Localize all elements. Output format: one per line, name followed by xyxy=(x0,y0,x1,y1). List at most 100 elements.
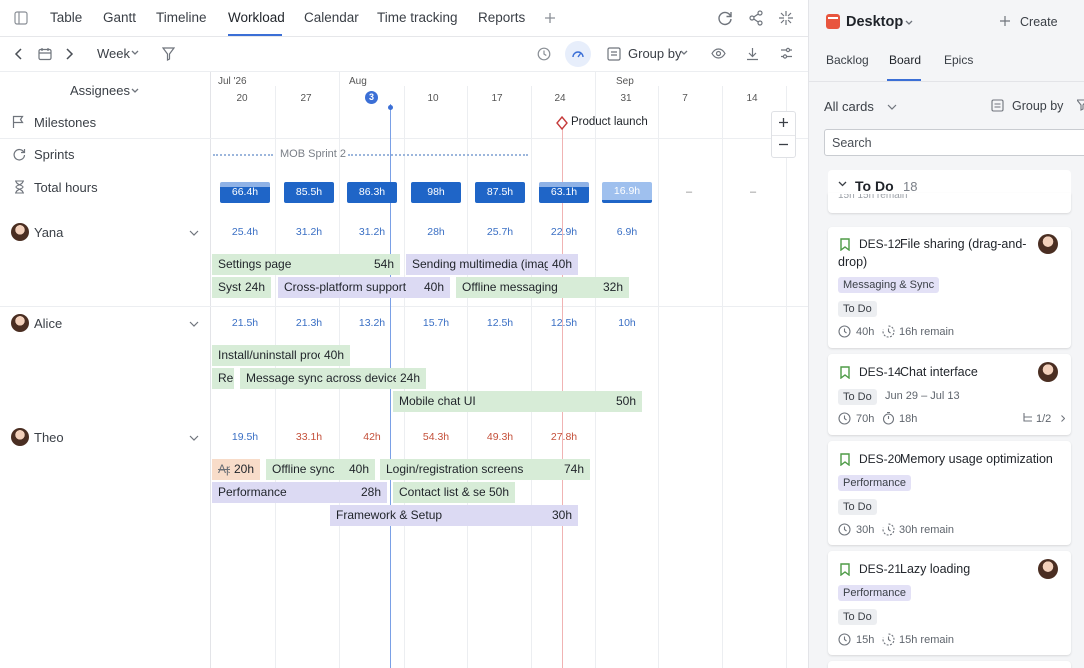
task-bar[interactable]: Login/registration screens 74h xyxy=(380,459,590,480)
week-hours: 10h xyxy=(618,317,636,329)
group-by-button[interactable]: Group by xyxy=(628,46,681,61)
tab-epics[interactable]: Epics xyxy=(944,53,973,67)
assignees-dropdown[interactable]: Assignees xyxy=(70,83,130,98)
task-bar[interactable]: Settings page 54h xyxy=(212,254,400,275)
task-bar[interactable]: Mobile chat UI 50h xyxy=(393,391,642,412)
eye-icon[interactable] xyxy=(711,48,726,59)
card-filter-select[interactable]: All cards xyxy=(824,99,874,114)
capacity-toggle-button[interactable] xyxy=(565,41,591,67)
epic-tag: Performance xyxy=(838,475,911,491)
task-bar[interactable]: Ap 20h xyxy=(212,459,260,480)
download-icon[interactable] xyxy=(746,47,759,61)
tab-reports[interactable]: Reports xyxy=(478,10,525,25)
settings-sliders-icon[interactable] xyxy=(780,47,793,60)
card-remaining: 18h xyxy=(899,413,918,425)
tab-table[interactable]: Table xyxy=(50,10,82,25)
filter-icon[interactable] xyxy=(1077,99,1084,111)
grid-column-line xyxy=(595,72,596,668)
chevron-down-icon xyxy=(887,104,897,110)
filter-icon[interactable] xyxy=(162,47,175,61)
week-hours: 12.5h xyxy=(486,317,514,329)
task-bar[interactable]: Contact list & sea 50h xyxy=(393,482,515,503)
task-bar[interactable]: Message sync across device 24h xyxy=(240,368,426,389)
task-bar[interactable]: Sending multimedia (imag 40h xyxy=(406,254,578,275)
collapse-chevron-icon[interactable] xyxy=(189,435,199,441)
group-by-button[interactable]: Group by xyxy=(1012,99,1063,113)
tab-backlog[interactable]: Backlog xyxy=(826,53,869,67)
create-button[interactable]: Create xyxy=(1020,15,1058,29)
story-bookmark-icon xyxy=(840,366,850,379)
task-bar[interactable]: Offline sync 40h xyxy=(266,459,375,480)
clock-icon xyxy=(838,633,851,646)
board-card[interactable]: DES-12 File sharing (drag-and- drop) Mes… xyxy=(828,227,1071,348)
collapse-chevron-icon[interactable] xyxy=(189,230,199,236)
sidebar-toggle-icon[interactable] xyxy=(14,11,28,25)
total-hours-cell: 63.1h xyxy=(539,182,589,203)
today-badge: 3 xyxy=(365,91,378,104)
previous-period-icon[interactable] xyxy=(14,48,24,60)
week-hours: 25.4h xyxy=(231,226,259,238)
board-card[interactable]: DES-14 Chat interface To Do Jun 29 – Jul… xyxy=(828,354,1071,435)
card-remaining: 15h remain xyxy=(899,634,955,646)
scale-select[interactable]: Week xyxy=(97,46,130,61)
board-card[interactable]: DES-20 Memory usage optimization Perform… xyxy=(828,441,1071,545)
sprint-cycle-icon xyxy=(12,147,26,161)
day-label: 31 xyxy=(620,93,632,104)
assignee-avatar xyxy=(1038,559,1058,579)
board-card[interactable]: 15h 15h remain xyxy=(828,193,1071,213)
task-bar[interactable]: Offline messaging 32h xyxy=(456,277,629,298)
tab-board[interactable]: Board xyxy=(889,53,921,67)
task-bar[interactable]: Performance 28h xyxy=(212,482,387,503)
collapse-chevron-icon[interactable] xyxy=(189,321,199,327)
story-bookmark-icon xyxy=(840,238,850,251)
task-bar[interactable]: Cross-platform support 40h xyxy=(278,277,450,298)
task-bar[interactable]: Syste 24h xyxy=(212,277,271,298)
refresh-icon[interactable] xyxy=(716,9,734,27)
search-input[interactable]: Search xyxy=(824,129,1084,156)
zoom-in-icon[interactable] xyxy=(778,117,789,128)
project-title[interactable]: Desktop xyxy=(846,14,903,30)
calendar-icon[interactable] xyxy=(38,47,52,61)
week-hours: 19.5h xyxy=(231,431,259,443)
card-title: Chat interface xyxy=(900,365,978,379)
milestones-label: Milestones xyxy=(34,115,97,130)
tab-timeline[interactable]: Timeline xyxy=(156,10,207,25)
tab-workload[interactable]: Workload xyxy=(228,10,285,25)
day-label: 14 xyxy=(746,93,758,104)
tab-calendar[interactable]: Calendar xyxy=(304,10,359,25)
chevron-down-icon xyxy=(680,50,688,56)
collapse-chevron-icon[interactable] xyxy=(838,181,847,187)
board-card[interactable]: DES-21 Lazy loading Performance To Do 15… xyxy=(828,551,1071,655)
clock-icon[interactable] xyxy=(537,47,551,61)
zoom-out-icon[interactable] xyxy=(778,143,789,146)
grid-column-line xyxy=(786,86,787,668)
subtask-count: 1/2 xyxy=(1036,413,1052,425)
week-hours: 31.2h xyxy=(295,226,323,238)
chevron-down-icon[interactable] xyxy=(905,20,913,26)
next-period-icon[interactable] xyxy=(64,48,74,60)
chevron-right-icon[interactable] xyxy=(1061,415,1065,422)
sparkle-ai-icon[interactable] xyxy=(778,10,794,26)
total-hours-label: Total hours xyxy=(34,180,98,195)
share-icon[interactable] xyxy=(748,10,764,26)
milestone-label[interactable]: Product launch xyxy=(571,116,648,128)
week-hours: 31.2h xyxy=(358,226,386,238)
task-bar[interactable]: Framework & Setup 30h xyxy=(330,505,578,526)
assignee-avatar xyxy=(1038,234,1058,254)
board-card[interactable] xyxy=(828,661,1071,668)
add-view-icon[interactable] xyxy=(543,11,557,25)
milestone-diamond-icon[interactable] xyxy=(556,116,568,130)
task-bar[interactable]: Re xyxy=(212,368,234,389)
total-hours-cell: 86.3h xyxy=(347,182,397,203)
sprint-line xyxy=(213,154,273,156)
assignee-avatar xyxy=(1038,362,1058,382)
sprint-label[interactable]: MOB Sprint 2 xyxy=(280,148,346,160)
tab-time-tracking[interactable]: Time tracking xyxy=(377,10,458,25)
today-dot xyxy=(388,105,393,110)
clock-icon xyxy=(838,523,851,536)
remaining-time-icon xyxy=(882,325,895,338)
task-bar[interactable]: Install/uninstall proc 40h xyxy=(212,345,350,366)
tab-gantt[interactable]: Gantt xyxy=(103,10,136,25)
status-badge: To Do xyxy=(838,389,877,405)
remaining-time-icon xyxy=(882,633,895,646)
